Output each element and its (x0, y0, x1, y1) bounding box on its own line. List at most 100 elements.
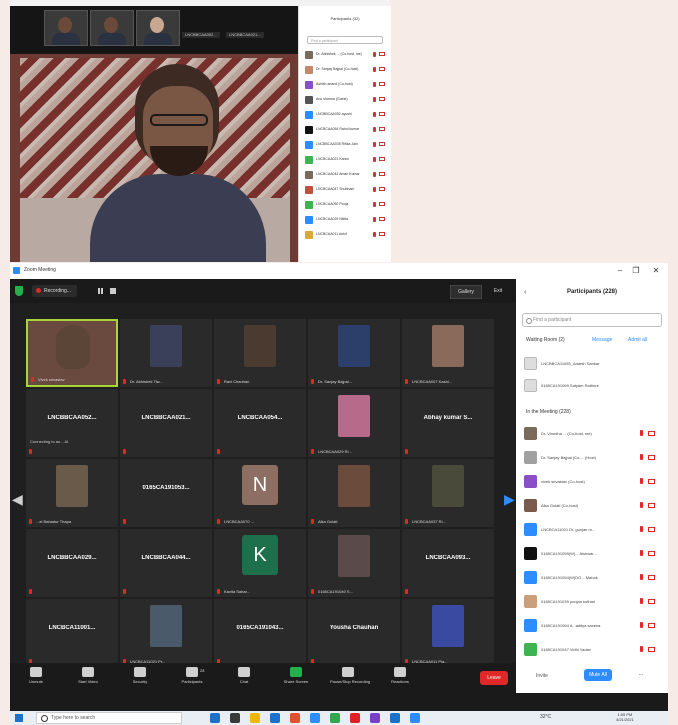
participant-video-tile[interactable]: Dr. Sanjay Bajpai... (308, 319, 400, 387)
video-off-icon[interactable] (379, 157, 385, 161)
microphone-button[interactable]: Unmute (18, 665, 54, 685)
muted-mic-icon[interactable] (640, 574, 643, 580)
participant-video-tile[interactable]: Abhay kumar S... (402, 389, 494, 457)
participant-row[interactable]: Dr. Sanjay Bajpai (Co-... (Host) (524, 449, 664, 467)
participant-video-tile[interactable]: LNCBCA11001... (26, 599, 118, 667)
video-off-icon[interactable] (648, 455, 655, 460)
share-screen-button[interactable]: Share Screen (278, 665, 314, 685)
taskbar-app-icon[interactable] (230, 713, 240, 723)
participant-search-input[interactable]: Find a participant (522, 313, 662, 327)
chat-button[interactable]: Chat (226, 665, 262, 685)
weather-temperature[interactable]: 32°C (540, 714, 551, 720)
muted-mic-icon[interactable] (373, 127, 376, 132)
taskbar-app-icon[interactable] (330, 713, 340, 723)
video-off-icon[interactable] (379, 97, 385, 101)
windows-start-icon[interactable] (15, 714, 23, 722)
video-off-icon[interactable] (379, 187, 385, 191)
video-off-icon[interactable] (379, 172, 385, 176)
video-thumbnail[interactable] (90, 10, 134, 46)
muted-mic-icon[interactable] (640, 502, 643, 508)
video-off-icon[interactable] (379, 52, 385, 56)
participant-video-tile[interactable]: LNCBCAA007 Kashi... (402, 319, 494, 387)
participant-video-tile[interactable]: LNCBBCAA021... (120, 389, 212, 457)
leave-meeting-button[interactable]: Leave (480, 671, 508, 685)
participant-row[interactable]: Alka Gulati (Co-host) (524, 497, 664, 515)
speaker-video[interactable] (10, 54, 298, 262)
video-off-icon[interactable] (379, 127, 385, 131)
video-off-icon[interactable] (379, 217, 385, 221)
video-off-icon[interactable] (648, 503, 655, 508)
muted-mic-icon[interactable] (373, 217, 376, 222)
participant-video-tile[interactable]: 0165CA191040 S... (308, 529, 400, 597)
participant-row[interactable]: LNCBCA11001 Dr. gunjan m... (524, 521, 664, 539)
muted-mic-icon[interactable] (640, 454, 643, 460)
participant-video-tile[interactable]: LNCBBCAA052... Connecting to au... Al (26, 389, 118, 457)
top-participant-search-input[interactable]: Find a participant (307, 36, 383, 44)
reactions-button[interactable]: Reactions (382, 665, 418, 685)
waiting-participant-row[interactable]: 0165CA191069 Satyam Rathore (524, 377, 664, 395)
muted-mic-icon[interactable] (373, 202, 376, 207)
participant-row[interactable]: 0165CA191054(W)DG... Mahak (524, 569, 664, 587)
waiting-room-header[interactable]: Waiting Room (2) (526, 337, 565, 343)
participants-button[interactable]: Participants 28 (174, 665, 210, 685)
participant-video-tile[interactable]: 0165CA191043... (214, 599, 306, 667)
participant-row[interactable]: LNCBCAA029 Nikita (305, 215, 389, 225)
participant-row[interactable]: LNCBCAA047 Shubham (305, 185, 389, 195)
participant-video-tile[interactable]: ...el Bahadur Thapa (26, 459, 118, 527)
muted-mic-icon[interactable] (373, 157, 376, 162)
mute-all-button[interactable]: Mute All (584, 669, 612, 681)
view-button[interactable]: Gallery (450, 285, 482, 299)
muted-mic-icon[interactable] (373, 142, 376, 147)
muted-mic-icon[interactable] (640, 598, 643, 604)
participant-video-tile[interactable]: Alka Gulati (308, 459, 400, 527)
video-off-icon[interactable] (379, 112, 385, 116)
video-thumbnail[interactable] (44, 10, 88, 46)
close-icon[interactable]: ✕ (650, 265, 662, 277)
participant-video-tile[interactable]: LNCBCAA093... (402, 529, 494, 597)
participant-row[interactable]: Ashish anand (Co-host) (305, 80, 389, 90)
in-meeting-header[interactable]: In the Meeting (228) (526, 409, 571, 415)
message-waiting-button[interactable]: Message (592, 337, 612, 343)
video-off-icon[interactable] (648, 647, 655, 652)
participant-row[interactable]: LNCBCAA050 Pooja (305, 200, 389, 210)
participant-row[interactable]: LNCBBCAA035 Ritika Jain (305, 140, 389, 150)
taskbar-app-icon[interactable] (370, 713, 380, 723)
participant-video-tile[interactable]: LNCBCAA037 Ri... (402, 459, 494, 527)
participant-row[interactable]: 0165CA191064 A...aditya saxena (524, 617, 664, 635)
video-camera-button[interactable]: Start Video (70, 665, 106, 685)
muted-mic-icon[interactable] (640, 526, 643, 532)
participant-row[interactable]: 0165CA191059(W)... Aishwar... (524, 545, 664, 563)
muted-mic-icon[interactable] (373, 112, 376, 117)
muted-mic-icon[interactable] (373, 187, 376, 192)
next-page-arrow-icon[interactable]: ▶ (504, 487, 515, 511)
taskbar-app-icon[interactable] (410, 713, 420, 723)
participant-video-tile[interactable]: LNCBBCAA044... (120, 529, 212, 597)
taskbar-app-icon[interactable] (310, 713, 320, 723)
shield-button[interactable]: Security (122, 665, 158, 685)
taskbar-search-input[interactable]: Type here to search (36, 712, 182, 724)
participant-video-tile[interactable]: LNCBCA11021 Pr... (120, 599, 212, 667)
video-off-icon[interactable] (648, 575, 655, 580)
video-off-icon[interactable] (648, 623, 655, 628)
video-off-icon[interactable] (648, 527, 655, 532)
stop-recording-icon[interactable] (110, 288, 116, 294)
participant-row[interactable]: Dr. Sanjay Bajpai (Co-host) (305, 65, 389, 75)
taskbar-app-icon[interactable] (290, 713, 300, 723)
participant-row[interactable]: LNCBBCAA052 ayushi (305, 110, 389, 120)
participant-row[interactable]: LNCBCAA044 Aman Kumar (305, 170, 389, 180)
taskbar-app-icon[interactable] (390, 713, 400, 723)
taskbar-app-icon[interactable] (270, 713, 280, 723)
participant-video-tile[interactable]: Yousha Chauhan (308, 599, 400, 667)
participant-row[interactable]: LNCBCAA011 Ankit (305, 230, 389, 240)
participant-video-tile[interactable]: LNCBCAA054... (214, 389, 306, 457)
participant-row[interactable]: Dr. Vinodha ... (Co-host, me) (524, 425, 664, 443)
muted-mic-icon[interactable] (640, 646, 643, 652)
video-off-icon[interactable] (379, 67, 385, 71)
participant-row[interactable]: Dr. Abhishek ... (Co-host, me) (305, 50, 389, 60)
participant-row[interactable]: vivek srivastav (Co-host) (524, 473, 664, 491)
taskbar-app-icon[interactable] (210, 713, 220, 723)
waiting-participant-row[interactable]: LNCBBCA11055_Adarsh Sankar (524, 355, 664, 373)
video-off-icon[interactable] (648, 479, 655, 484)
participant-video-tile[interactable]: LNCBCAA011 Pia... (402, 599, 494, 667)
video-off-icon[interactable] (648, 551, 655, 556)
